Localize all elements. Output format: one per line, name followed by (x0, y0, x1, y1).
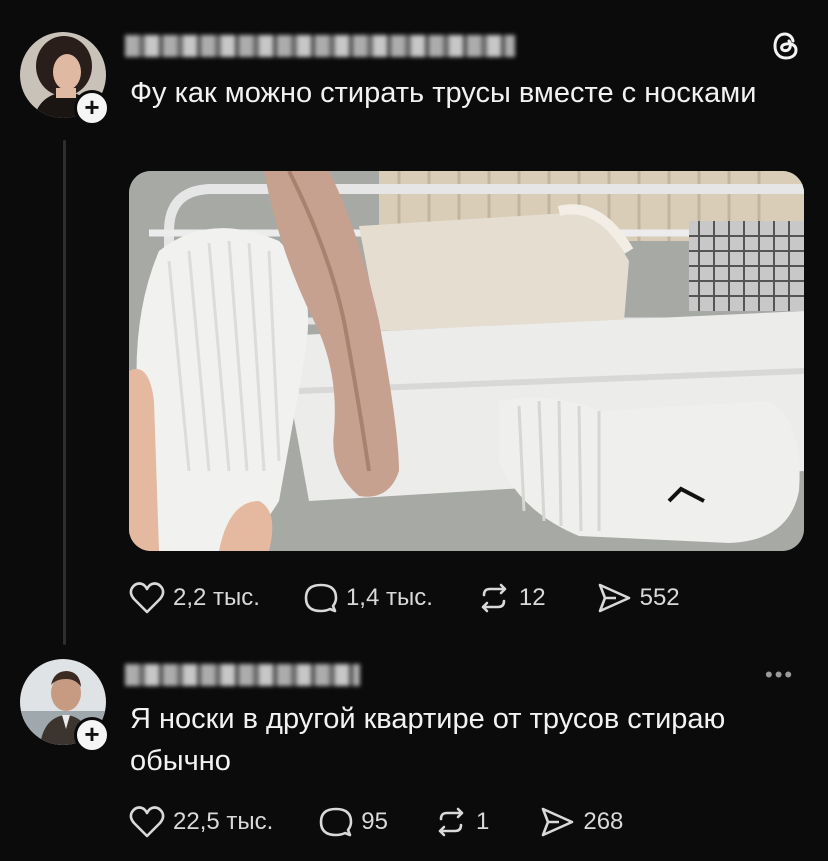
reply-author-username[interactable] (125, 664, 360, 686)
follow-plus-icon[interactable]: + (74, 717, 110, 753)
reply-like-count: 22,5 тыс. (173, 808, 274, 835)
repost-button[interactable]: 12 (477, 581, 546, 615)
like-button[interactable]: 2,2 тыс. (129, 581, 260, 615)
heart-icon (129, 806, 165, 838)
reply-repost-button[interactable]: 1 (434, 805, 489, 839)
reply-actions-bar: 22,5 тыс. 95 1 268 (129, 802, 623, 842)
more-icon[interactable]: ••• (765, 662, 794, 688)
reply-share-count: 268 (583, 808, 624, 835)
reply-repost-count: 1 (476, 808, 490, 835)
reply-reply-count: 95 (361, 808, 388, 835)
reply-reply-button[interactable]: 95 (319, 805, 388, 839)
follow-plus-icon[interactable]: + (74, 90, 110, 126)
comment-icon (319, 807, 353, 837)
reply-text: Я носки в другой квартире от трусов стир… (130, 703, 726, 777)
threads-logo-icon[interactable] (768, 28, 804, 64)
post-text: Фу как можно стирать трусы вместе с носк… (130, 77, 757, 109)
repost-count: 12 (518, 584, 546, 611)
laundry-photo (129, 171, 804, 551)
author-username[interactable] (125, 35, 515, 57)
heart-icon (129, 582, 165, 614)
post-image[interactable] (129, 171, 804, 551)
thread-connector-line (63, 140, 66, 645)
reply-count: 1,4 тыс. (345, 584, 433, 611)
share-count: 552 (639, 584, 680, 611)
reply-like-button[interactable]: 22,5 тыс. (129, 805, 273, 839)
share-button[interactable]: 552 (596, 581, 680, 615)
repost-icon (438, 807, 464, 837)
like-count: 2,2 тыс. (173, 584, 260, 611)
comment-icon (304, 583, 338, 613)
send-icon (542, 807, 574, 837)
send-icon (598, 583, 630, 613)
repost-icon (481, 583, 507, 613)
reply-button[interactable]: 1,4 тыс. (304, 581, 433, 615)
reply-share-button[interactable]: 268 (539, 805, 623, 839)
post-actions-bar: 2,2 тыс. 1,4 тыс. 12 552 (129, 578, 680, 618)
